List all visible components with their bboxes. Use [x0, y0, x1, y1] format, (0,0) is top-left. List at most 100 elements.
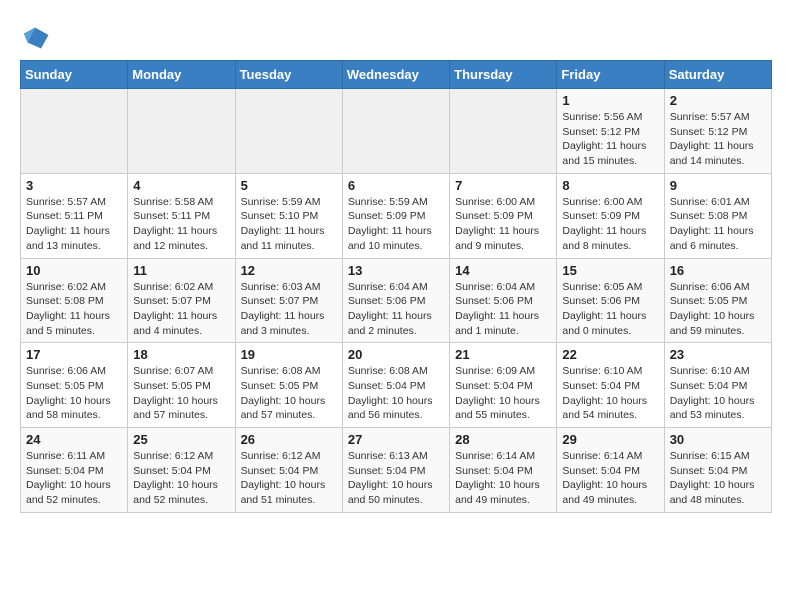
calendar-cell: 22 Sunrise: 6:10 AM Sunset: 5:04 PM Dayli…: [557, 343, 664, 428]
day-info: Sunrise: 5:57 AM Sunset: 5:11 PM Dayligh…: [26, 195, 122, 254]
calendar-cell: 29 Sunrise: 6:14 AM Sunset: 5:04 PM Dayli…: [557, 428, 664, 513]
calendar-cell: 3Sunrise: 5:57 AM Sunset: 5:11 PM Daylig…: [21, 173, 128, 258]
day-info: Sunrise: 5:57 AM Sunset: 5:12 PM Dayligh…: [670, 110, 766, 169]
logo: [20, 20, 54, 50]
header: [20, 20, 772, 50]
day-info: Sunrise: 6:04 AM Sunset: 5:06 PM Dayligh…: [455, 280, 551, 339]
day-number: 5: [241, 178, 337, 193]
calendar-cell: 17Sunrise: 6:06 AM Sunset: 5:05 PM Dayli…: [21, 343, 128, 428]
day-number: 13: [348, 263, 444, 278]
calendar-cell: 12 Sunrise: 6:03 AM Sunset: 5:07 PM Dayli…: [235, 258, 342, 343]
day-info: Sunrise: 6:05 AM Sunset: 5:06 PM Dayligh…: [562, 280, 658, 339]
day-info: Sunrise: 5:58 AM Sunset: 5:11 PM Dayligh…: [133, 195, 229, 254]
day-number: 27: [348, 432, 444, 447]
calendar-week-1: 3Sunrise: 5:57 AM Sunset: 5:11 PM Daylig…: [21, 173, 772, 258]
header-cell-friday: Friday: [557, 61, 664, 89]
calendar-cell: 6 Sunrise: 5:59 AM Sunset: 5:09 PM Daylig…: [342, 173, 449, 258]
calendar-cell: [21, 89, 128, 174]
day-number: 28: [455, 432, 551, 447]
day-info: Sunrise: 6:02 AM Sunset: 5:08 PM Dayligh…: [26, 280, 122, 339]
day-number: 1: [562, 93, 658, 108]
calendar-cell: 27 Sunrise: 6:13 AM Sunset: 5:04 PM Dayli…: [342, 428, 449, 513]
calendar-cell: 5 Sunrise: 5:59 AM Sunset: 5:10 PM Daylig…: [235, 173, 342, 258]
day-info: Sunrise: 6:15 AM Sunset: 5:04 PM Dayligh…: [670, 449, 766, 508]
header-cell-tuesday: Tuesday: [235, 61, 342, 89]
day-info: Sunrise: 6:10 AM Sunset: 5:04 PM Dayligh…: [562, 364, 658, 423]
day-info: Sunrise: 6:08 AM Sunset: 5:05 PM Dayligh…: [241, 364, 337, 423]
day-number: 2: [670, 93, 766, 108]
calendar-cell: 1 Sunrise: 5:56 AM Sunset: 5:12 PM Daylig…: [557, 89, 664, 174]
day-info: Sunrise: 6:00 AM Sunset: 5:09 PM Dayligh…: [562, 195, 658, 254]
day-number: 20: [348, 347, 444, 362]
day-number: 26: [241, 432, 337, 447]
day-number: 4: [133, 178, 229, 193]
day-number: 9: [670, 178, 766, 193]
day-info: Sunrise: 5:56 AM Sunset: 5:12 PM Dayligh…: [562, 110, 658, 169]
day-info: Sunrise: 6:09 AM Sunset: 5:04 PM Dayligh…: [455, 364, 551, 423]
header-cell-thursday: Thursday: [450, 61, 557, 89]
calendar-cell: 11Sunrise: 6:02 AM Sunset: 5:07 PM Dayli…: [128, 258, 235, 343]
day-number: 23: [670, 347, 766, 362]
calendar-cell: 18 Sunrise: 6:07 AM Sunset: 5:05 PM Dayli…: [128, 343, 235, 428]
calendar-cell: 16Sunrise: 6:06 AM Sunset: 5:05 PM Dayli…: [664, 258, 771, 343]
day-info: Sunrise: 6:13 AM Sunset: 5:04 PM Dayligh…: [348, 449, 444, 508]
day-number: 14: [455, 263, 551, 278]
day-info: Sunrise: 5:59 AM Sunset: 5:09 PM Dayligh…: [348, 195, 444, 254]
day-info: Sunrise: 6:12 AM Sunset: 5:04 PM Dayligh…: [241, 449, 337, 508]
calendar-cell: 28 Sunrise: 6:14 AM Sunset: 5:04 PM Dayli…: [450, 428, 557, 513]
header-row: SundayMondayTuesdayWednesdayThursdayFrid…: [21, 61, 772, 89]
calendar-cell: 14 Sunrise: 6:04 AM Sunset: 5:06 PM Dayli…: [450, 258, 557, 343]
calendar-cell: 30 Sunrise: 6:15 AM Sunset: 5:04 PM Dayli…: [664, 428, 771, 513]
day-info: Sunrise: 6:10 AM Sunset: 5:04 PM Dayligh…: [670, 364, 766, 423]
day-info: Sunrise: 5:59 AM Sunset: 5:10 PM Dayligh…: [241, 195, 337, 254]
day-info: Sunrise: 6:14 AM Sunset: 5:04 PM Dayligh…: [562, 449, 658, 508]
calendar-cell: 19 Sunrise: 6:08 AM Sunset: 5:05 PM Dayli…: [235, 343, 342, 428]
calendar-week-4: 24Sunrise: 6:11 AM Sunset: 5:04 PM Dayli…: [21, 428, 772, 513]
day-info: Sunrise: 6:04 AM Sunset: 5:06 PM Dayligh…: [348, 280, 444, 339]
day-number: 25: [133, 432, 229, 447]
day-number: 21: [455, 347, 551, 362]
day-info: Sunrise: 6:08 AM Sunset: 5:04 PM Dayligh…: [348, 364, 444, 423]
day-number: 24: [26, 432, 122, 447]
calendar-cell: 9 Sunrise: 6:01 AM Sunset: 5:08 PM Daylig…: [664, 173, 771, 258]
calendar-cell: 7 Sunrise: 6:00 AM Sunset: 5:09 PM Daylig…: [450, 173, 557, 258]
day-number: 7: [455, 178, 551, 193]
day-info: Sunrise: 6:14 AM Sunset: 5:04 PM Dayligh…: [455, 449, 551, 508]
day-info: Sunrise: 6:00 AM Sunset: 5:09 PM Dayligh…: [455, 195, 551, 254]
calendar-body: 1 Sunrise: 5:56 AM Sunset: 5:12 PM Daylig…: [21, 89, 772, 513]
calendar-cell: 8 Sunrise: 6:00 AM Sunset: 5:09 PM Daylig…: [557, 173, 664, 258]
calendar-week-3: 17Sunrise: 6:06 AM Sunset: 5:05 PM Dayli…: [21, 343, 772, 428]
day-number: 29: [562, 432, 658, 447]
calendar-cell: [450, 89, 557, 174]
calendar-table: SundayMondayTuesdayWednesdayThursdayFrid…: [20, 60, 772, 513]
day-number: 19: [241, 347, 337, 362]
calendar-cell: 25 Sunrise: 6:12 AM Sunset: 5:04 PM Dayli…: [128, 428, 235, 513]
day-info: Sunrise: 6:07 AM Sunset: 5:05 PM Dayligh…: [133, 364, 229, 423]
header-cell-wednesday: Wednesday: [342, 61, 449, 89]
day-info: Sunrise: 6:03 AM Sunset: 5:07 PM Dayligh…: [241, 280, 337, 339]
day-info: Sunrise: 6:02 AM Sunset: 5:07 PM Dayligh…: [133, 280, 229, 339]
calendar-cell: 4 Sunrise: 5:58 AM Sunset: 5:11 PM Daylig…: [128, 173, 235, 258]
calendar-cell: 21 Sunrise: 6:09 AM Sunset: 5:04 PM Dayli…: [450, 343, 557, 428]
day-number: 8: [562, 178, 658, 193]
calendar-cell: 15Sunrise: 6:05 AM Sunset: 5:06 PM Dayli…: [557, 258, 664, 343]
calendar-header: SundayMondayTuesdayWednesdayThursdayFrid…: [21, 61, 772, 89]
calendar-cell: 23 Sunrise: 6:10 AM Sunset: 5:04 PM Dayli…: [664, 343, 771, 428]
header-cell-saturday: Saturday: [664, 61, 771, 89]
calendar-cell: 26 Sunrise: 6:12 AM Sunset: 5:04 PM Dayli…: [235, 428, 342, 513]
day-info: Sunrise: 6:12 AM Sunset: 5:04 PM Dayligh…: [133, 449, 229, 508]
day-number: 30: [670, 432, 766, 447]
day-number: 12: [241, 263, 337, 278]
calendar-cell: [235, 89, 342, 174]
day-number: 22: [562, 347, 658, 362]
calendar-week-2: 10Sunrise: 6:02 AM Sunset: 5:08 PM Dayli…: [21, 258, 772, 343]
day-number: 6: [348, 178, 444, 193]
day-info: Sunrise: 6:01 AM Sunset: 5:08 PM Dayligh…: [670, 195, 766, 254]
day-number: 17: [26, 347, 122, 362]
calendar-cell: 10Sunrise: 6:02 AM Sunset: 5:08 PM Dayli…: [21, 258, 128, 343]
calendar-cell: [128, 89, 235, 174]
calendar-week-0: 1 Sunrise: 5:56 AM Sunset: 5:12 PM Daylig…: [21, 89, 772, 174]
header-cell-sunday: Sunday: [21, 61, 128, 89]
calendar-cell: 13 Sunrise: 6:04 AM Sunset: 5:06 PM Dayli…: [342, 258, 449, 343]
day-number: 18: [133, 347, 229, 362]
